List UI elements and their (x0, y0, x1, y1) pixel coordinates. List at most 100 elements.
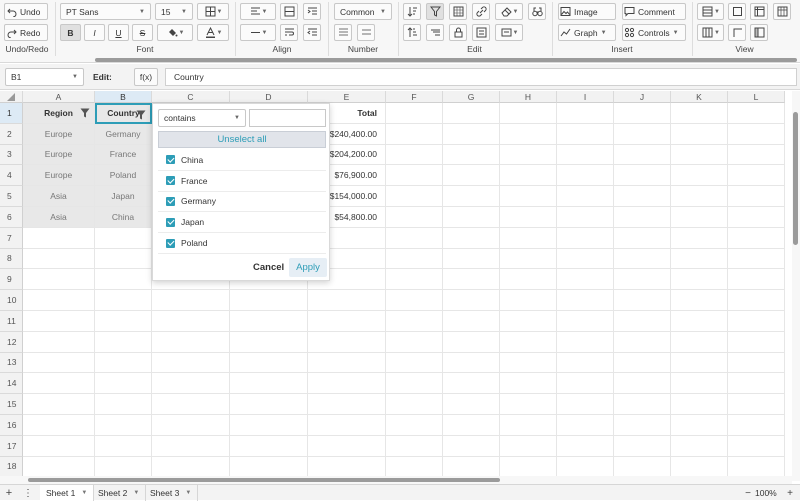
cell-f15[interactable] (386, 394, 443, 415)
cell-k16[interactable] (671, 415, 728, 436)
cell-i8[interactable] (557, 248, 614, 270)
cell-l13[interactable] (728, 352, 785, 374)
row-header-10[interactable]: 10 (0, 290, 23, 311)
sort-asc-button[interactable] (403, 24, 421, 41)
link-button[interactable] (472, 3, 490, 20)
row-header-5[interactable]: 5 (0, 186, 23, 207)
cell-j6[interactable] (614, 207, 671, 228)
row-header-1[interactable]: 1 (0, 103, 23, 124)
cell-a4[interactable]: Europe (23, 165, 95, 187)
checkbox-checked-icon[interactable] (166, 176, 175, 186)
cell-h10[interactable] (500, 290, 557, 311)
cell-c11[interactable] (152, 311, 230, 332)
cell-i6[interactable] (557, 207, 614, 228)
cell-f1[interactable] (386, 103, 443, 124)
checkbox-checked-icon[interactable] (166, 217, 175, 227)
cell-g6[interactable] (443, 207, 500, 228)
row-header-7[interactable]: 7 (0, 227, 23, 249)
filter-item[interactable]: China (158, 150, 326, 171)
row-header-11[interactable]: 11 (0, 311, 23, 332)
cell-h18[interactable] (500, 456, 557, 476)
cell-j8[interactable] (614, 248, 671, 270)
formula-input[interactable]: Country (165, 68, 797, 86)
column-header-h[interactable]: H (500, 91, 557, 103)
strikethrough-button[interactable]: S (132, 24, 153, 41)
cell-i16[interactable] (557, 415, 614, 436)
cell-b8[interactable] (95, 248, 152, 270)
undo-button[interactable]: Undo (4, 3, 48, 20)
more-edit-button[interactable]: ▼ (495, 24, 523, 41)
cell-b17[interactable] (95, 435, 152, 457)
cell-l8[interactable] (728, 248, 785, 270)
cell-b3[interactable]: France (95, 144, 152, 166)
cell-k18[interactable] (671, 456, 728, 476)
cell-c14[interactable] (152, 373, 230, 395)
column-header-l[interactable]: L (728, 91, 785, 103)
cell-g15[interactable] (443, 394, 500, 415)
cell-d13[interactable] (230, 352, 308, 374)
zoom-out-button[interactable]: − (742, 485, 754, 501)
cell-h8[interactable] (500, 248, 557, 270)
cell-e17[interactable] (308, 435, 386, 457)
cell-i18[interactable] (557, 456, 614, 476)
cell-h16[interactable] (500, 415, 557, 436)
cell-f17[interactable] (386, 435, 443, 457)
row-header-8[interactable]: 8 (0, 248, 23, 270)
cell-a15[interactable] (23, 394, 95, 415)
cell-a6[interactable]: Asia (23, 207, 95, 228)
cell-h12[interactable] (500, 331, 557, 353)
cell-g11[interactable] (443, 311, 500, 332)
sheet-tab[interactable]: Sheet 1 ▼ (40, 485, 95, 501)
redo-button[interactable]: Redo (4, 24, 48, 41)
row-header-18[interactable]: 18 (0, 456, 23, 476)
cell-k13[interactable] (671, 352, 728, 374)
cell-b16[interactable] (95, 415, 152, 436)
outdent-button[interactable] (303, 24, 321, 41)
cell-b18[interactable] (95, 456, 152, 476)
column-header-g[interactable]: G (443, 91, 500, 103)
insert-controls-button[interactable]: Controls ▼ (622, 24, 686, 41)
cell-a14[interactable] (23, 373, 95, 395)
column-header-a[interactable]: A (23, 91, 95, 103)
cell-c10[interactable] (152, 290, 230, 311)
row-header-15[interactable]: 15 (0, 394, 23, 415)
cell-d15[interactable] (230, 394, 308, 415)
cell-f18[interactable] (386, 456, 443, 476)
cell-k6[interactable] (671, 207, 728, 228)
cell-c15[interactable] (152, 394, 230, 415)
cell-g12[interactable] (443, 331, 500, 353)
filter-condition-select[interactable]: contains ▼ (158, 109, 246, 127)
cell-b2[interactable]: Germany (95, 123, 152, 145)
italic-button[interactable]: I (84, 24, 105, 41)
cell-g14[interactable] (443, 373, 500, 395)
cell-g2[interactable] (443, 123, 500, 145)
filter-item[interactable]: Germany (158, 192, 326, 213)
sort-desc-button[interactable] (426, 24, 444, 41)
filter-button[interactable] (426, 3, 444, 20)
cell-h13[interactable] (500, 352, 557, 374)
cell-l14[interactable] (728, 373, 785, 395)
cell-f2[interactable] (386, 123, 443, 145)
column-header-e[interactable]: E (308, 91, 386, 103)
cell-d11[interactable] (230, 311, 308, 332)
cell-d17[interactable] (230, 435, 308, 457)
cell-l16[interactable] (728, 415, 785, 436)
cell-h17[interactable] (500, 435, 557, 457)
column-header-j[interactable]: J (614, 91, 671, 103)
cell-a18[interactable] (23, 456, 95, 476)
cell-e14[interactable] (308, 373, 386, 395)
cell-d16[interactable] (230, 415, 308, 436)
sort-button[interactable] (403, 3, 421, 20)
freeze-button[interactable] (750, 3, 768, 20)
cell-c13[interactable] (152, 352, 230, 374)
cell-k1[interactable] (671, 103, 728, 124)
column-header-i[interactable]: I (557, 91, 614, 103)
cell-a11[interactable] (23, 311, 95, 332)
cell-e18[interactable] (308, 456, 386, 476)
cell-a1[interactable]: Region (23, 103, 95, 124)
wrap-text-button[interactable] (280, 24, 298, 41)
cell-i11[interactable] (557, 311, 614, 332)
cell-g5[interactable] (443, 186, 500, 207)
cell-f8[interactable] (386, 248, 443, 270)
vertical-scrollbar-thumb[interactable] (793, 112, 798, 245)
